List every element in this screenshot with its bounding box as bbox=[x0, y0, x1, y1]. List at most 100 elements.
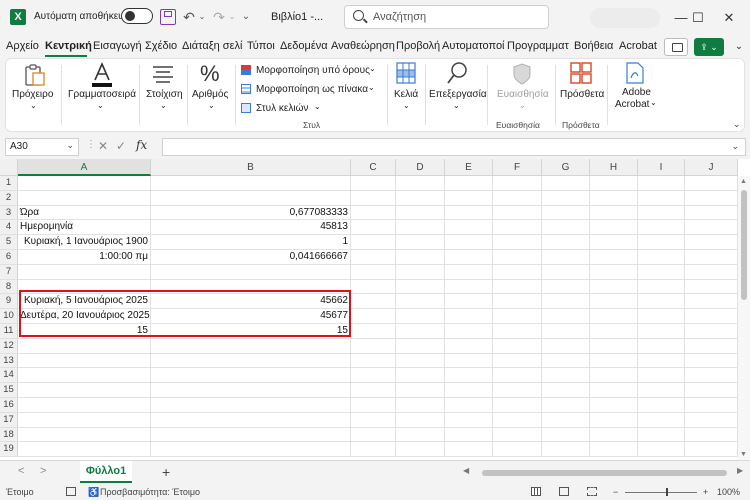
cell-g9[interactable] bbox=[542, 294, 590, 310]
cell-e14[interactable] bbox=[445, 368, 493, 384]
row-header-7[interactable]: 7 bbox=[0, 264, 18, 280]
cell-f9[interactable] bbox=[493, 294, 542, 310]
cell-h1[interactable] bbox=[590, 176, 638, 191]
cell-g13[interactable] bbox=[542, 353, 590, 369]
cell-i7[interactable] bbox=[638, 264, 685, 280]
cell-e1[interactable] bbox=[445, 176, 493, 191]
cell-j5[interactable] bbox=[685, 235, 738, 250]
save-icon[interactable] bbox=[160, 9, 176, 25]
sensitivity-button[interactable]: Ευαισθησία ⌄ Ευαισθησία bbox=[488, 59, 554, 131]
cell-c7[interactable] bbox=[351, 264, 396, 280]
cell-j2[interactable] bbox=[685, 190, 738, 206]
expand-formula-icon[interactable]: ⌄ bbox=[731, 141, 739, 152]
cell-c16[interactable] bbox=[351, 398, 396, 413]
cell-h11[interactable] bbox=[590, 324, 638, 339]
share-button[interactable]: ⇪ ⌄ bbox=[694, 38, 724, 56]
font-button[interactable]: Γραμματοσειρά ⌄ bbox=[62, 59, 138, 131]
redo-dropdown-icon[interactable]: ⌄ bbox=[227, 7, 237, 27]
page-break-view-icon[interactable] bbox=[587, 487, 597, 496]
cell-j1[interactable] bbox=[685, 176, 738, 191]
cell-b3[interactable]: 0,677083333 bbox=[151, 205, 351, 221]
cell-i18[interactable] bbox=[638, 427, 685, 443]
enter-icon[interactable]: ✓ bbox=[116, 139, 126, 153]
cell-f11[interactable] bbox=[493, 324, 542, 339]
cell-i2[interactable] bbox=[638, 190, 685, 206]
undo-icon[interactable]: ↶ bbox=[181, 7, 197, 27]
cell-f12[interactable] bbox=[493, 338, 542, 354]
search-box[interactable]: Αναζήτηση bbox=[344, 5, 549, 29]
cell-c2[interactable] bbox=[351, 190, 396, 206]
cell-j13[interactable] bbox=[685, 353, 738, 369]
cell-g6[interactable] bbox=[542, 250, 590, 265]
cell-d5[interactable] bbox=[396, 235, 445, 250]
page-layout-view-icon[interactable] bbox=[559, 487, 569, 496]
cell-d2[interactable] bbox=[396, 190, 445, 206]
tab-file[interactable]: Αρχείο bbox=[6, 40, 39, 52]
cell-g4[interactable] bbox=[542, 220, 590, 236]
cell-b2[interactable] bbox=[151, 190, 351, 206]
cell-f1[interactable] bbox=[493, 176, 542, 191]
cell-c8[interactable] bbox=[351, 279, 396, 295]
zoom-slider[interactable] bbox=[625, 492, 697, 493]
column-header-e[interactable]: E bbox=[445, 159, 493, 176]
zoom-in-button[interactable]: + bbox=[703, 487, 708, 497]
cell-g3[interactable] bbox=[542, 205, 590, 221]
cell-g10[interactable] bbox=[542, 309, 590, 324]
tab-automate[interactable]: Αυτοματοποί bbox=[442, 40, 505, 52]
cell-a12[interactable] bbox=[18, 338, 151, 354]
cell-e13[interactable] bbox=[445, 353, 493, 369]
cell-h4[interactable] bbox=[590, 220, 638, 236]
row-header-11[interactable]: 11 bbox=[0, 324, 18, 339]
cell-h9[interactable] bbox=[590, 294, 638, 310]
row-header-14[interactable]: 14 bbox=[0, 368, 18, 384]
cell-f6[interactable] bbox=[493, 250, 542, 265]
cell-g19[interactable] bbox=[542, 442, 590, 458]
cell-g18[interactable] bbox=[542, 427, 590, 443]
cell-c15[interactable] bbox=[351, 383, 396, 398]
conditional-formatting-button[interactable]: Μορφοποίηση υπό όρους ⌄ bbox=[241, 64, 386, 79]
cell-h7[interactable] bbox=[590, 264, 638, 280]
cell-i13[interactable] bbox=[638, 353, 685, 369]
cell-c9[interactable] bbox=[351, 294, 396, 310]
cell-f4[interactable] bbox=[493, 220, 542, 236]
cell-b1[interactable] bbox=[151, 176, 351, 191]
cell-f10[interactable] bbox=[493, 309, 542, 324]
cell-j16[interactable] bbox=[685, 398, 738, 413]
tab-review[interactable]: Αναθεώρηση bbox=[331, 40, 395, 52]
cell-d16[interactable] bbox=[396, 398, 445, 413]
cell-f2[interactable] bbox=[493, 190, 542, 206]
cell-i19[interactable] bbox=[638, 442, 685, 458]
scroll-up-icon[interactable]: ▲ bbox=[740, 178, 747, 185]
cell-styles-button[interactable]: Στυλ κελιών ⌄ bbox=[241, 102, 341, 117]
cell-d14[interactable] bbox=[396, 368, 445, 384]
insert-function-icon[interactable]: fx bbox=[136, 138, 147, 152]
cell-c5[interactable] bbox=[351, 235, 396, 250]
cell-i4[interactable] bbox=[638, 220, 685, 236]
normal-view-icon[interactable] bbox=[531, 487, 541, 496]
row-header-3[interactable]: 3 bbox=[0, 205, 18, 221]
cell-g8[interactable] bbox=[542, 279, 590, 295]
row-header-2[interactable]: 2 bbox=[0, 190, 18, 206]
cell-d1[interactable] bbox=[396, 176, 445, 191]
cell-b19[interactable] bbox=[151, 442, 351, 458]
row-header-5[interactable]: 5 bbox=[0, 235, 18, 250]
cell-a18[interactable] bbox=[18, 427, 151, 443]
cell-a7[interactable] bbox=[18, 264, 151, 280]
cell-f3[interactable] bbox=[493, 205, 542, 221]
cell-b13[interactable] bbox=[151, 353, 351, 369]
cell-f14[interactable] bbox=[493, 368, 542, 384]
customize-toolbar-icon[interactable]: ⌄ bbox=[240, 7, 252, 27]
cell-e11[interactable] bbox=[445, 324, 493, 339]
cell-b15[interactable] bbox=[151, 383, 351, 398]
cell-e16[interactable] bbox=[445, 398, 493, 413]
cell-g12[interactable] bbox=[542, 338, 590, 354]
cell-f18[interactable] bbox=[493, 427, 542, 443]
cell-i14[interactable] bbox=[638, 368, 685, 384]
cell-h8[interactable] bbox=[590, 279, 638, 295]
scroll-thumb[interactable] bbox=[741, 190, 747, 300]
number-button[interactable]: % Αριθμός ⌄ bbox=[188, 59, 234, 131]
cell-h5[interactable] bbox=[590, 235, 638, 250]
cell-a1[interactable] bbox=[18, 176, 151, 191]
cell-b17[interactable] bbox=[151, 412, 351, 428]
horizontal-scrollbar[interactable]: ◀ ▶ bbox=[460, 466, 745, 478]
